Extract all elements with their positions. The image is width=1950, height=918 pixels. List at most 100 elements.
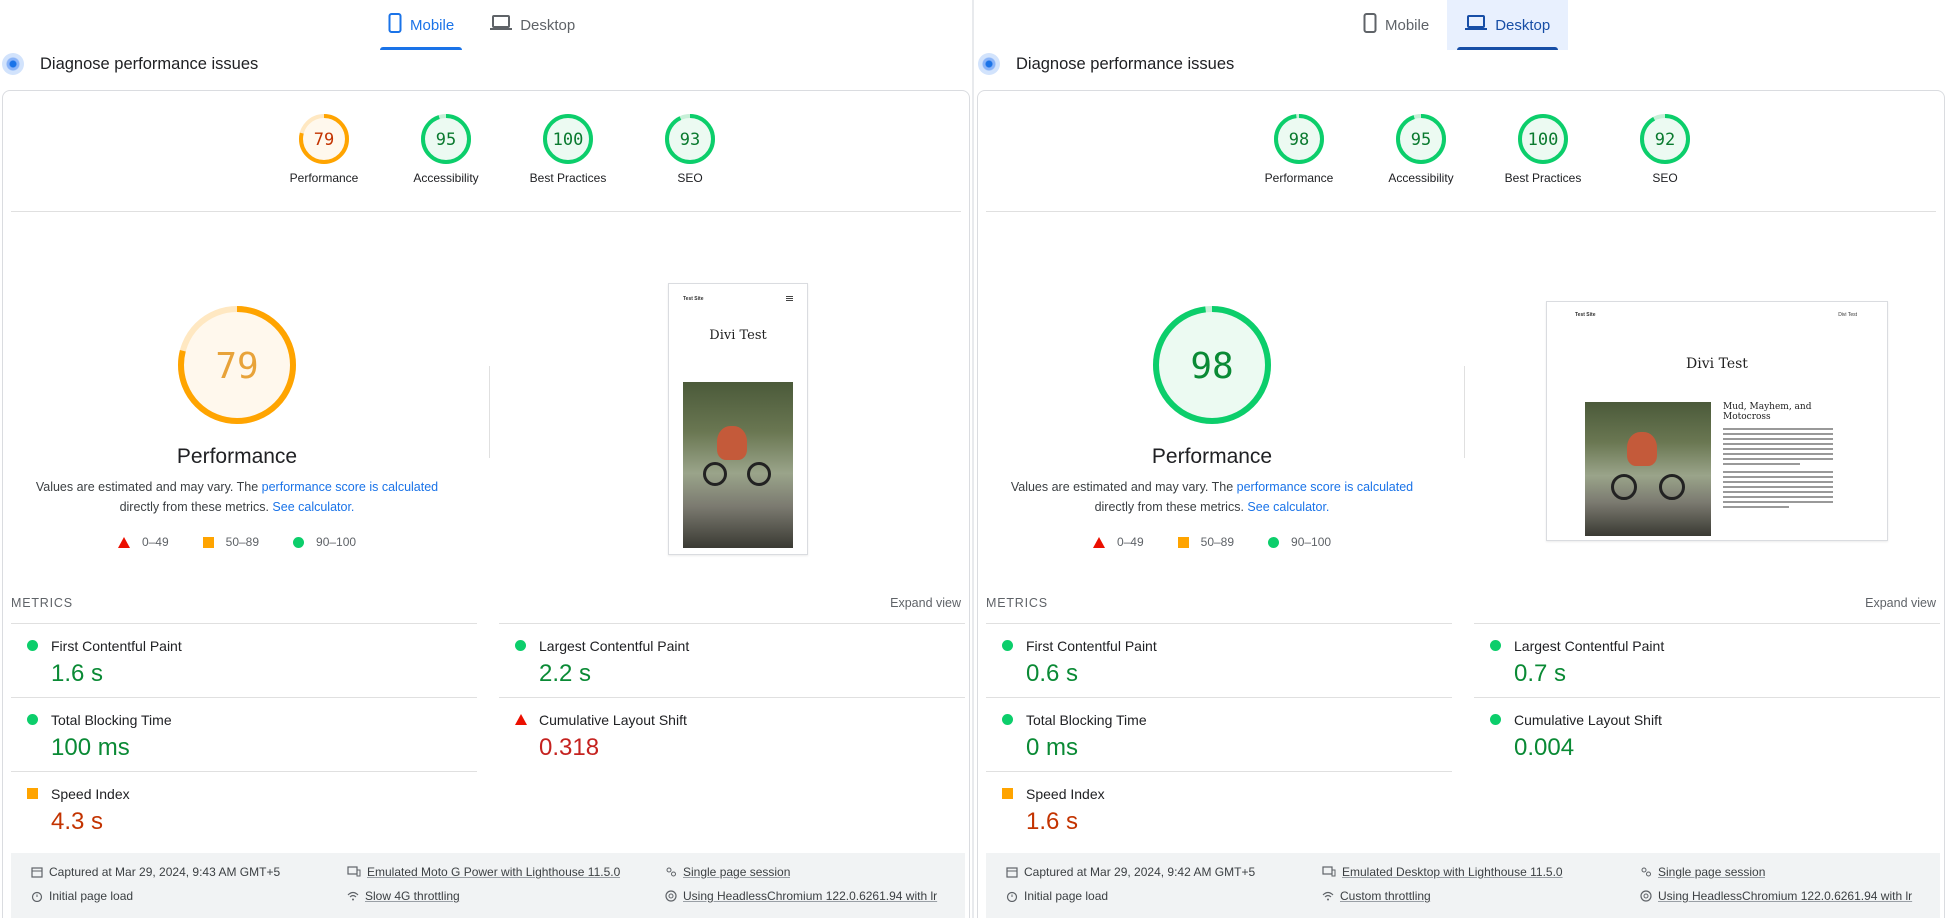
session-text: Single page session xyxy=(1658,865,1766,879)
legend-high: 90–100 xyxy=(1291,535,1332,549)
gauge-accessibility[interactable]: 95 Accessibility xyxy=(1360,113,1482,185)
metrics-label: METRICS xyxy=(986,596,1048,610)
tab-desktop[interactable]: Desktop xyxy=(1447,0,1569,50)
metric-speed-index: Speed Index 4.3 s xyxy=(11,771,477,845)
metric-cls: Cumulative Layout Shift 0.318 xyxy=(499,697,965,771)
initial-load-info: Initial page load xyxy=(31,889,133,903)
gauge-label: Best Practices xyxy=(1504,171,1582,185)
tab-mobile[interactable]: Mobile xyxy=(370,0,472,50)
throttling-info[interactable]: Custom throttling xyxy=(1322,889,1431,903)
page-screenshot-desktop[interactable]: Test Site Divi Test Divi Test Mud, Mayhe… xyxy=(1546,301,1888,541)
metric-tbt: Total Blocking Time 0 ms xyxy=(986,697,1452,771)
site-title: Divi Test xyxy=(1686,356,1748,372)
panel-divider xyxy=(972,0,974,918)
metrics-header: METRICS Expand view xyxy=(986,596,1936,616)
browser-info[interactable]: Using HeadlessChromium 122.0.6261.94 wit… xyxy=(1640,889,1930,903)
metric-value: 0.7 s xyxy=(1514,660,1567,687)
average-square-icon xyxy=(27,788,38,799)
site-name: Test Site xyxy=(1575,312,1596,318)
tab-mobile[interactable]: Mobile xyxy=(1345,0,1447,50)
page-screenshot-mobile[interactable]: Test Site Divi Test xyxy=(668,283,808,555)
legend-low: 0–49 xyxy=(1116,535,1144,549)
metric-name: Largest Contentful Paint xyxy=(1514,638,1665,654)
metric-value: 1.6 s xyxy=(51,660,104,687)
report-panel-mobile: Mobile Desktop Diagnose performance issu… xyxy=(0,0,975,918)
gauge-score: 95 xyxy=(436,130,456,150)
gauge-label: SEO xyxy=(1652,171,1678,185)
category-gauges: 98 Performance 95 Accessibility 100 Best… xyxy=(1238,113,1726,185)
gauge-ring: 93 xyxy=(665,114,715,164)
article-title: Mud, Mayhem, and Motocross xyxy=(1723,402,1812,422)
site-title: Divi Test xyxy=(709,328,767,343)
metric-name: Cumulative Layout Shift xyxy=(539,712,687,728)
performance-description: Values are estimated and may vary. The p… xyxy=(3,477,471,517)
gauge-score: 95 xyxy=(1411,130,1431,150)
lighthouse-icon xyxy=(978,53,1000,75)
diagnose-title: Diagnose performance issues xyxy=(1016,54,1235,73)
gauge-seo[interactable]: 93 SEO xyxy=(629,113,751,185)
gauge-performance[interactable]: 79 Performance xyxy=(263,113,385,185)
tab-desktop[interactable]: Desktop xyxy=(472,0,593,50)
gauge-score: 100 xyxy=(553,130,584,150)
gauge-performance[interactable]: 98 Performance xyxy=(1238,113,1360,185)
gauge-score: 100 xyxy=(1528,130,1559,150)
metric-name: Largest Contentful Paint xyxy=(539,638,690,654)
motocross-image xyxy=(683,382,793,548)
average-square-icon xyxy=(1002,788,1013,799)
legend-low: 0–49 xyxy=(141,535,169,549)
see-calculator-link[interactable]: See calculator. xyxy=(1247,500,1329,514)
emulation-info[interactable]: Emulated Desktop with Lighthouse 11.5.0 xyxy=(1322,865,1563,879)
score-calculated-link[interactable]: performance score is calculated xyxy=(1237,480,1413,494)
expand-view-button[interactable]: Expand view xyxy=(890,596,961,616)
performance-summary: 98 Performance Values are estimated and … xyxy=(978,303,1446,549)
report-panel-desktop: Mobile Desktop Diagnose performance issu… xyxy=(975,0,1950,918)
score-calculated-link[interactable]: performance score is calculated xyxy=(262,480,438,494)
captured-text: Captured at Mar 29, 2024, 9:42 AM GMT+5 xyxy=(1024,865,1256,879)
captured-info: Captured at Mar 29, 2024, 9:42 AM GMT+5 xyxy=(1006,865,1255,879)
metric-tbt: Total Blocking Time 100 ms xyxy=(11,697,477,771)
runtime-settings: Captured at Mar 29, 2024, 9:42 AM GMT+5 … xyxy=(986,853,1940,918)
divider xyxy=(489,366,490,458)
metric-fcp: First Contentful Paint 0.6 s xyxy=(986,623,1452,697)
pass-circle-icon xyxy=(1002,714,1013,725)
gauge-accessibility[interactable]: 95 Accessibility xyxy=(385,113,507,185)
initial-load-text: Initial page load xyxy=(49,889,134,903)
article-body xyxy=(1723,428,1833,511)
emulation-info[interactable]: Emulated Moto G Power with Lighthouse 11… xyxy=(347,865,620,879)
category-gauges: 79 Performance 95 Accessibility 100 Best… xyxy=(263,113,751,185)
session-info[interactable]: Single page session xyxy=(1640,865,1765,879)
fail-triangle-icon xyxy=(1092,536,1105,548)
gauge-ring: 92 xyxy=(1640,114,1690,164)
gauge-label: Accessibility xyxy=(413,171,479,185)
hamburger-icon xyxy=(786,296,793,301)
phone-icon xyxy=(388,13,402,37)
throttling-text: Slow 4G throttling xyxy=(365,889,460,903)
chrome-icon xyxy=(665,890,677,902)
gauge-label: SEO xyxy=(677,171,703,185)
pass-circle-icon xyxy=(515,640,526,651)
metric-value: 2.2 s xyxy=(539,660,592,687)
gauge-label: Performance xyxy=(1264,171,1334,185)
metric-name: Total Blocking Time xyxy=(1026,712,1147,728)
average-square-icon xyxy=(1177,536,1189,548)
pass-circle-icon xyxy=(1268,536,1280,548)
diagnose-header: Diagnose performance issues xyxy=(0,50,258,78)
metric-speed-index: Speed Index 1.6 s xyxy=(986,771,1452,845)
legend-mid: 50–89 xyxy=(225,535,260,549)
fail-triangle-icon xyxy=(117,536,130,548)
browser-info[interactable]: Using HeadlessChromium 122.0.6261.94 wit… xyxy=(665,889,955,903)
performance-gauge-large: 98 xyxy=(1153,306,1271,424)
calendar-icon xyxy=(1006,867,1018,878)
gauge-best-practices[interactable]: 100 Best Practices xyxy=(1482,113,1604,185)
throttling-info[interactable]: Slow 4G throttling xyxy=(347,889,460,903)
performance-title: Performance xyxy=(176,445,298,468)
divider xyxy=(986,211,1936,212)
metric-name: Cumulative Layout Shift xyxy=(1514,712,1662,728)
gauge-seo[interactable]: 92 SEO xyxy=(1604,113,1726,185)
pass-circle-icon xyxy=(27,714,38,725)
see-calculator-link[interactable]: See calculator. xyxy=(272,500,354,514)
session-info[interactable]: Single page session xyxy=(665,865,790,879)
pass-circle-icon xyxy=(1002,640,1013,651)
gauge-best-practices[interactable]: 100 Best Practices xyxy=(507,113,629,185)
expand-view-button[interactable]: Expand view xyxy=(1865,596,1936,616)
